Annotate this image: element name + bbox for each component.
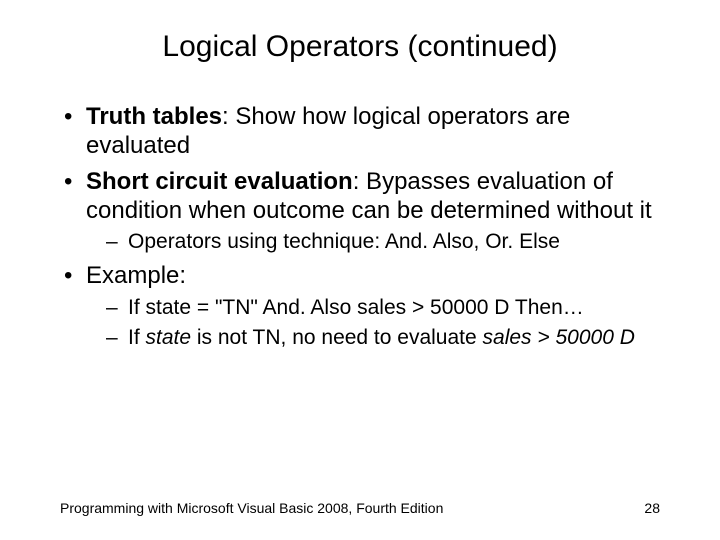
page-number: 28	[644, 500, 660, 516]
subbullet-example-code: If state = "TN" And. Also sales > 50000 …	[86, 295, 660, 321]
var-sales-expr: sales > 50000 D	[483, 326, 635, 349]
bullet-short-circuit: Short circuit evaluation: Bypasses evalu…	[60, 167, 660, 256]
bullet-truth-tables: Truth tables: Show how logical operators…	[60, 102, 660, 161]
footer: Programming with Microsoft Visual Basic …	[60, 500, 660, 516]
bullet-example: Example: If state = "TN" And. Also sales…	[60, 261, 660, 351]
term-truth-tables: Truth tables	[86, 103, 222, 130]
var-state: state	[146, 326, 192, 349]
footer-text: Programming with Microsoft Visual Basic …	[60, 500, 443, 516]
slide: Logical Operators (continued) Truth tabl…	[0, 0, 720, 540]
text: If	[128, 326, 146, 349]
subbullet-operators: Operators using technique: And. Also, Or…	[86, 229, 660, 255]
sub-list: If state = "TN" And. Also sales > 50000 …	[86, 295, 660, 352]
text: Example:	[86, 262, 186, 289]
bullet-list: Truth tables: Show how logical operators…	[60, 102, 660, 351]
text: is not TN, no need to evaluate	[191, 326, 482, 349]
sub-list: Operators using technique: And. Also, Or…	[86, 229, 660, 255]
slide-title: Logical Operators (continued)	[60, 30, 660, 64]
subbullet-example-explain: If state is not TN, no need to evaluate …	[86, 325, 660, 351]
term-short-circuit: Short circuit evaluation	[86, 168, 353, 195]
